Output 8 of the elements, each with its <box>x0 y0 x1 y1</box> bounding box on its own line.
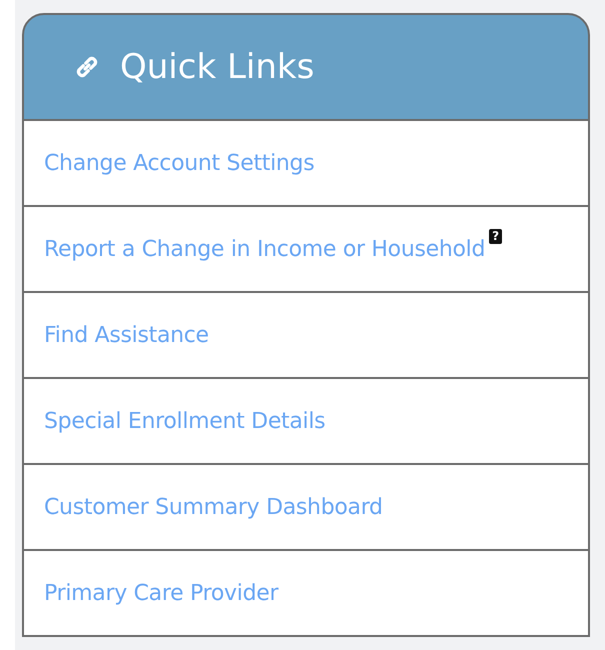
quick-link[interactable]: Customer Summary Dashboard <box>44 494 383 520</box>
panel-title: Quick Links <box>120 47 314 87</box>
quick-link[interactable]: Special Enrollment Details <box>44 408 326 434</box>
help-badge[interactable]: ? <box>489 229 502 244</box>
quick-link[interactable]: Find Assistance <box>44 322 209 348</box>
quick-link[interactable]: Report a Change in Income or Household <box>44 236 486 262</box>
quick-link[interactable]: Primary Care Provider <box>44 580 278 606</box>
quick-link[interactable]: Change Account Settings <box>44 150 314 176</box>
